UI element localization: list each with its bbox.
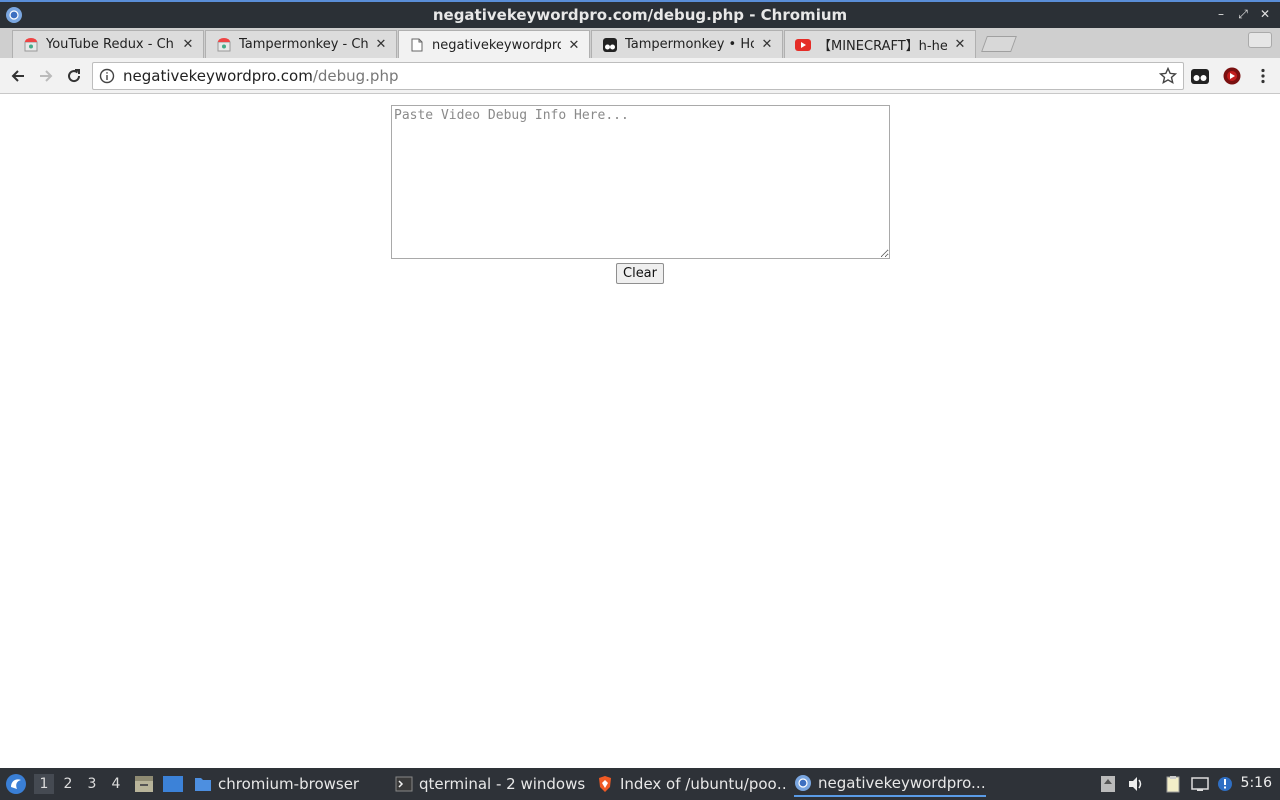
workspace-2[interactable]: 2 [58, 774, 78, 794]
tab-minecraft-video[interactable]: 【MINECRAFT】h-hev ✕ [784, 30, 976, 58]
arrow-left-icon [11, 70, 24, 82]
file-manager-launcher-icon[interactable] [134, 775, 154, 793]
task-qterminal[interactable]: qterminal - 2 windows [395, 771, 585, 797]
tampermonkey-icon [602, 37, 618, 53]
workspace-3[interactable]: 3 [82, 774, 102, 794]
close-tab-icon[interactable]: ✕ [567, 38, 581, 53]
task-chromium-active[interactable]: negativekeywordpro.… [794, 771, 986, 797]
tab-tampermonkey-home[interactable]: Tampermonkey • Ho ✕ [591, 30, 783, 58]
page-content: Clear [0, 94, 1280, 768]
task-brave-index[interactable]: Index of /ubuntu/poo… [596, 771, 786, 797]
tab-title: YouTube Redux - Chr [46, 37, 175, 52]
taskbar: 1 2 3 4 chromium-browser qterminal - 2 w… [0, 768, 1280, 800]
info-icon[interactable] [99, 68, 115, 84]
url-path: /debug.php [312, 67, 399, 85]
youtube-icon [795, 37, 811, 53]
task-label: Index of /ubuntu/poo… [620, 775, 786, 793]
forward-button[interactable] [35, 65, 57, 87]
tab-title: Tampermonkey - Ch [239, 37, 368, 52]
tab-strip: YouTube Redux - Chr ✕ Tampermonkey - Ch … [0, 28, 1280, 59]
window-title: negativekeywordpro.com/debug.php - Chrom… [432, 6, 848, 24]
tab-title: negativekeywordpro [432, 37, 561, 53]
task-chromium-browser[interactable]: chromium-browser [194, 771, 384, 797]
profile-button[interactable] [1248, 32, 1272, 48]
arrow-right-icon [40, 70, 53, 82]
browser-toolbar: negativekeywordpro.com/debug.php [0, 58, 1280, 94]
new-tab-button[interactable] [981, 36, 1017, 52]
back-button[interactable] [7, 65, 29, 87]
page-icon [409, 37, 425, 53]
start-menu-icon[interactable] [5, 773, 27, 795]
volume-icon[interactable] [1127, 775, 1145, 793]
close-tab-icon[interactable]: ✕ [953, 37, 967, 52]
maximize-button[interactable]: ⤢ [1234, 5, 1252, 23]
task-label: chromium-browser [218, 775, 360, 793]
reload-icon [68, 69, 81, 83]
tab-title: 【MINECRAFT】h-hev [818, 39, 947, 54]
tab-youtube-redux[interactable]: YouTube Redux - Chr ✕ [12, 30, 204, 58]
close-tab-icon[interactable]: ✕ [760, 37, 774, 52]
workspace-4[interactable]: 4 [106, 774, 126, 794]
clock[interactable]: 5:16 [1241, 775, 1272, 791]
window-titlebar: negativekeywordpro.com/debug.php - Chrom… [0, 0, 1280, 28]
network-icon[interactable] [1191, 775, 1209, 793]
more-vert-icon [1261, 68, 1265, 84]
tab-negativekeywordpro[interactable]: negativekeywordpro ✕ [398, 30, 590, 59]
clear-button[interactable]: Clear [616, 263, 664, 284]
folder-icon [195, 778, 211, 791]
show-desktop-icon[interactable] [162, 775, 184, 793]
clipboard-icon[interactable] [1164, 775, 1182, 793]
bookmark-star-icon[interactable] [1159, 67, 1177, 85]
update-notifier-icon[interactable] [1216, 775, 1234, 793]
address-bar[interactable]: negativekeywordpro.com/debug.php [92, 62, 1184, 90]
tab-tampermonkey-webstore[interactable]: Tampermonkey - Ch ✕ [205, 30, 397, 58]
debug-info-textarea[interactable] [391, 105, 890, 259]
close-window-button[interactable]: ✕ [1256, 5, 1274, 23]
chrome-webstore-icon [23, 37, 39, 53]
tab-title: Tampermonkey • Ho [625, 37, 754, 52]
chrome-webstore-icon [216, 37, 232, 53]
url-host: negativekeywordpro.com [123, 67, 313, 85]
task-label: negativekeywordpro.… [818, 774, 986, 792]
task-label: qterminal - 2 windows [419, 775, 585, 793]
close-tab-icon[interactable]: ✕ [181, 37, 195, 52]
minimize-button[interactable]: – [1212, 5, 1230, 23]
reload-button[interactable] [63, 65, 85, 87]
workspace-1[interactable]: 1 [34, 774, 54, 794]
close-tab-icon[interactable]: ✕ [374, 37, 388, 52]
notifications-tray-icon[interactable] [1099, 775, 1117, 793]
terminal-icon [395, 776, 413, 792]
chromium-icon [6, 7, 22, 23]
tampermonkey-extension-icon[interactable] [1190, 66, 1210, 86]
extension-icon[interactable] [1222, 66, 1242, 86]
chromium-icon [795, 775, 811, 791]
menu-button[interactable] [1252, 65, 1274, 87]
brave-icon [599, 776, 611, 792]
